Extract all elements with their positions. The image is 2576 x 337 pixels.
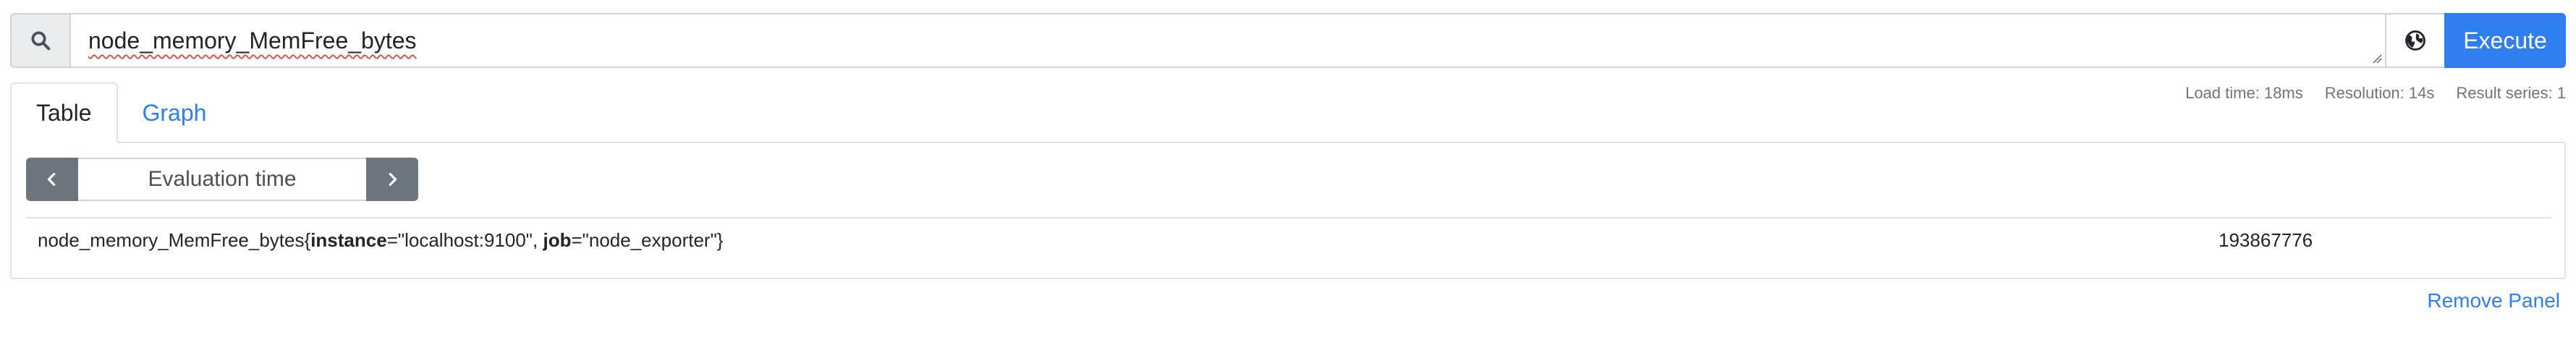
open-brace: { [304,229,311,251]
tab-table[interactable]: Table [10,82,118,143]
label-key-job: job [543,229,572,251]
chevron-left-icon [47,173,56,186]
expression-input-text[interactable]: node_memory_MemFree_bytes [88,14,417,67]
search-icon [10,13,69,68]
table-row: node_memory_MemFree_bytes{instance="loca… [26,218,2551,262]
resize-handle-icon[interactable] [2372,54,2382,64]
result-table: node_memory_MemFree_bytes{instance="loca… [26,217,2551,262]
label-separator: , [533,229,543,251]
metric-name: node_memory_MemFree_bytes [38,229,305,251]
resolution-stat: Resolution: 14s [2324,84,2435,102]
series-label-cell: node_memory_MemFree_bytes{instance="loca… [26,229,2219,252]
label-eq: = [386,229,398,251]
evaluation-time-input[interactable]: Evaluation time [78,158,366,201]
load-time-stat: Load time: 18ms [2185,84,2303,102]
next-time-button[interactable] [366,158,418,201]
series-value-cell: 193867776 [2219,229,2313,251]
view-tabs: Table Graph [10,82,231,143]
chevron-right-icon [389,173,397,186]
globe-icon [2405,30,2425,51]
evaluation-time-control: Evaluation time [26,158,418,201]
search-icon-svg [31,31,51,51]
query-stats: Load time: 18ms Resolution: 14s Result s… [2185,84,2566,103]
label-value-instance: "localhost:9100" [397,229,533,251]
result-series-stat: Result series: 1 [2456,84,2566,102]
expression-input[interactable]: node_memory_MemFree_bytes [69,13,2386,68]
remove-panel-link[interactable]: Remove Panel [2427,289,2560,312]
execute-button[interactable]: Execute [2444,13,2566,68]
metrics-explorer-button[interactable] [2386,13,2444,68]
table-panel: Evaluation time node_memory_MemFree_byte… [10,142,2566,279]
label-eq: = [571,229,582,251]
tab-graph[interactable]: Graph [118,82,232,143]
label-key-instance: instance [310,229,387,251]
close-brace: } [716,229,724,251]
query-bar: node_memory_MemFree_bytes Execute [10,13,2566,68]
label-value-job: "node_exporter" [582,229,717,251]
previous-time-button[interactable] [26,158,78,201]
